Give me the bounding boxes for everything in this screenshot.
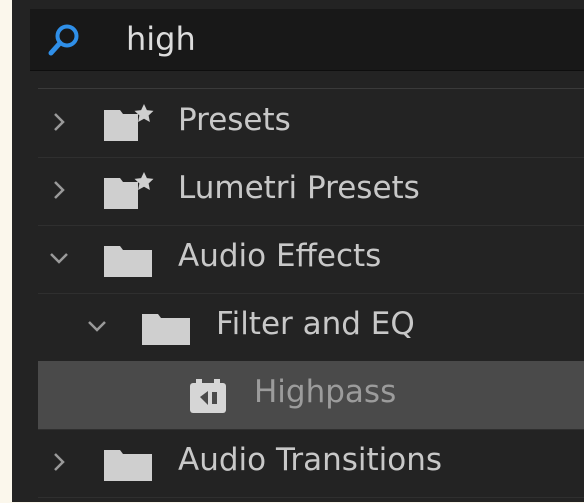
folder-icon — [104, 450, 152, 481]
search-bar — [30, 9, 584, 71]
folder-icon — [104, 246, 152, 277]
tree-item-audio-transitions[interactable]: Audio Transitions — [38, 429, 584, 498]
tree-item-label: Presets — [178, 102, 291, 138]
folder-star-icon — [104, 172, 154, 209]
tree-item-lumetri-presets[interactable]: Lumetri Presets — [38, 157, 584, 226]
tree-item-filter-and-eq[interactable]: Filter and EQ — [38, 293, 584, 362]
audio-effect-icon — [190, 379, 226, 413]
tree-item-audio-effects[interactable]: Audio Effects — [38, 225, 584, 294]
effects-tree: Presets Lumetri Presets Audio Effects Fi… — [38, 88, 584, 503]
chevron-down-icon[interactable] — [84, 313, 110, 339]
magnifier-icon[interactable] — [46, 22, 82, 58]
tree-item-label: Lumetri Presets — [178, 170, 420, 206]
tree-item-label: Filter and EQ — [216, 306, 415, 342]
chevron-right-icon[interactable] — [46, 109, 72, 135]
chevron-down-icon[interactable] — [46, 245, 72, 271]
tree-item-highpass[interactable]: Highpass — [38, 361, 584, 430]
folder-star-icon — [104, 104, 154, 141]
tree-item-label: Audio Transitions — [178, 442, 443, 478]
tree-item-presets[interactable]: Presets — [38, 89, 584, 158]
folder-icon — [142, 314, 190, 345]
chevron-right-icon[interactable] — [46, 449, 72, 475]
chevron-right-icon[interactable] — [46, 177, 72, 203]
search-input[interactable] — [126, 17, 566, 61]
tree-item-label: Highpass — [254, 374, 397, 410]
tree-item-label: Audio Effects — [178, 238, 382, 274]
